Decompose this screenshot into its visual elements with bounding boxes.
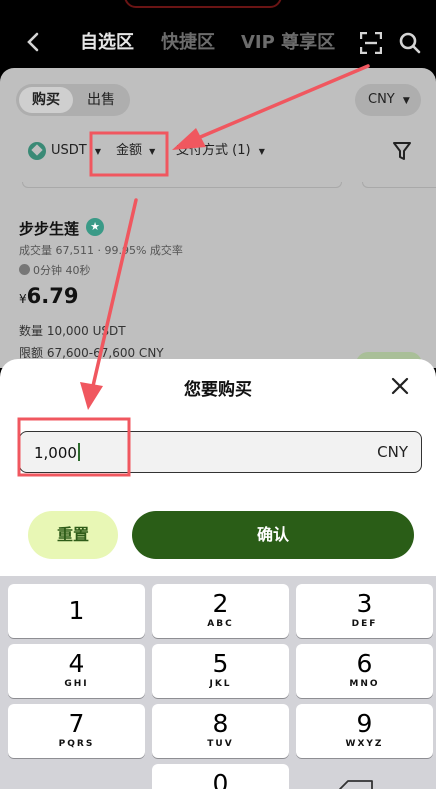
back-icon[interactable] <box>22 28 46 56</box>
amount-filter[interactable]: 金额 ▼ <box>116 142 155 161</box>
top-nav: 自选区 快捷区 VIP 尊享区 <box>0 0 436 70</box>
merchant-price: ¥6.79 <box>19 284 78 308</box>
key-6[interactable]: 6 MNO <box>296 644 433 698</box>
key-letters: ABC <box>207 619 234 629</box>
merchant-name[interactable]: 步步生莲 <box>19 218 79 239</box>
key-digit: 7 <box>68 709 85 738</box>
key-digit: 9 <box>356 709 373 738</box>
segment-sell[interactable]: 出售 <box>74 87 128 113</box>
amount-unit: CNY <box>377 443 408 461</box>
key-digit: 8 <box>212 709 229 738</box>
chevron-down-icon: ▼ <box>402 96 410 106</box>
price-value: 6.79 <box>26 284 79 308</box>
top-pill-outline <box>124 0 282 8</box>
key-0[interactable]: 0 <box>152 764 289 789</box>
confirm-button[interactable]: 确认 <box>132 511 414 559</box>
key-digit: 6 <box>356 649 373 678</box>
coin-filter[interactable]: USDT ▼ <box>51 142 101 161</box>
key-letters: WXYZ <box>345 739 384 749</box>
text-caret <box>77 443 80 461</box>
amount-input[interactable]: 1,000 CNY <box>19 431 422 473</box>
key-letters: TUV <box>207 739 234 749</box>
tab-vip[interactable]: VIP 尊享区 <box>241 31 335 55</box>
tab-watchlist[interactable]: 自选区 <box>80 31 134 55</box>
filter-icon[interactable] <box>393 141 411 161</box>
price-currency: ¥ <box>19 292 27 306</box>
p2p-list-page: 购买 出售 CNY ▼ USDT ▼ 金额 ▼ 支付方式 (1) ▼ 步步生莲 … <box>0 68 436 372</box>
amount-value-text: 1,000 <box>34 444 77 462</box>
buy-sell-toggle: 购买 出售 <box>16 84 130 116</box>
chevron-down-icon: ▼ <box>94 147 102 156</box>
key-8[interactable]: 8 TUV <box>152 704 289 758</box>
merchant-stats: 成交量 67,511 · 99.95% 成交率 <box>19 244 183 257</box>
key-digit: 2 <box>212 589 229 618</box>
sheet-title: 您要购买 <box>184 380 252 400</box>
key-digit: 3 <box>356 589 373 618</box>
key-2[interactable]: 2 ABC <box>152 584 289 638</box>
chevron-down-icon: ▼ <box>149 147 156 156</box>
currency-select-label: CNY <box>368 92 395 107</box>
verified-icon: ★ <box>86 218 104 236</box>
payment-filter-label: 支付方式 (1) <box>176 143 251 158</box>
key-7[interactable]: 7 PQRS <box>8 704 145 758</box>
key-1[interactable]: 1 <box>8 584 145 638</box>
scan-icon[interactable] <box>359 31 383 55</box>
key-letters: JKL <box>209 679 232 689</box>
key-4[interactable]: 4 GHI <box>8 644 145 698</box>
coin-filter-label: USDT <box>51 143 87 158</box>
key-digit: 5 <box>212 649 229 678</box>
key-5[interactable]: 5 JKL <box>152 644 289 698</box>
divider <box>22 182 342 188</box>
key-digit: 4 <box>68 649 85 678</box>
amount-filter-label: 金额 <box>116 143 143 158</box>
backspace-icon[interactable] <box>336 779 376 789</box>
key-letters: GHI <box>64 679 89 689</box>
key-3[interactable]: 3 DEF <box>296 584 433 638</box>
segment-buy[interactable]: 购买 <box>19 87 73 113</box>
numeric-keypad: 1 2 ABC 3 DEF 4 GHI 5 JKL 6 MNO 7 PQRS 8 TUV 9W… <box>0 576 436 789</box>
usdt-icon <box>28 142 46 160</box>
payment-filter[interactable]: 支付方式 (1) ▼ <box>176 142 265 161</box>
key-letters: MNO <box>349 679 380 689</box>
search-icon[interactable] <box>399 32 421 54</box>
chevron-down-icon: ▼ <box>258 147 265 156</box>
close-icon[interactable] <box>388 374 412 398</box>
currency-select[interactable]: CNY ▼ <box>355 84 421 116</box>
key-letters: DEF <box>351 619 378 629</box>
amount-input-value: 1,000 <box>34 443 80 462</box>
reset-button[interactable]: 重置 <box>28 511 118 559</box>
key-digit: 0 <box>212 769 229 789</box>
merchant-time-value: 0分钟 40秒 <box>33 264 91 277</box>
key-9[interactable]: 9 WXYZ <box>296 704 433 758</box>
tab-express[interactable]: 快捷区 <box>161 31 215 55</box>
key-letters: PQRS <box>58 739 95 749</box>
divider <box>362 182 436 188</box>
clock-icon <box>19 264 30 275</box>
key-digit: 1 <box>68 596 85 625</box>
merchant-time: 0分钟 40秒 <box>19 262 91 278</box>
merchant-quantity: 数量 10,000 USDT <box>19 324 126 338</box>
